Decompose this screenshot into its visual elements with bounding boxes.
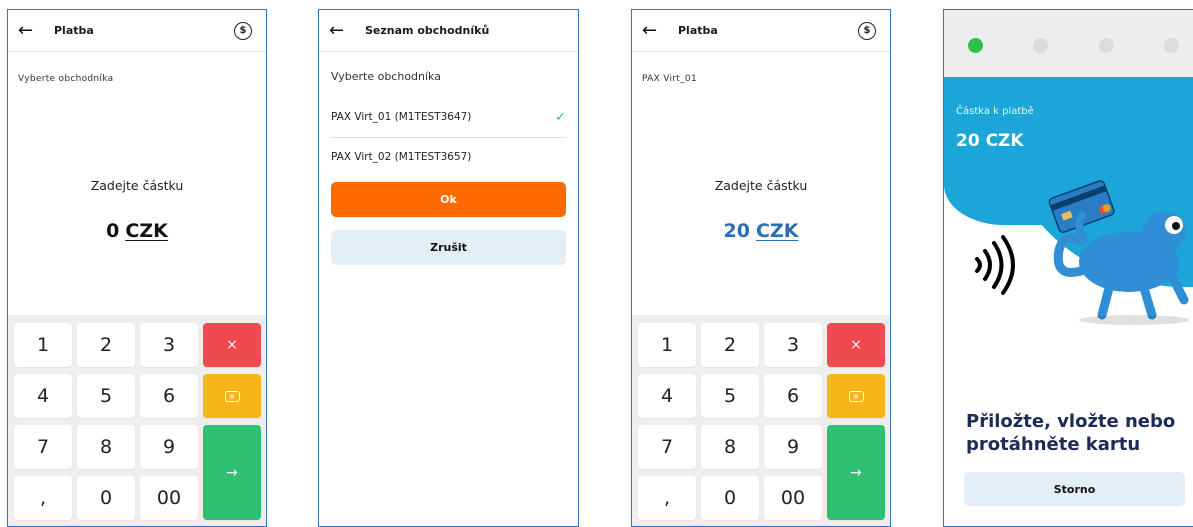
- progress-step-active: [968, 38, 983, 53]
- amount-caption: Částka k platbě: [956, 106, 1034, 117]
- divider: [331, 137, 566, 138]
- merchant-select-label[interactable]: Vyberte obchodníka: [18, 74, 113, 84]
- currency-exchange-icon[interactable]: $: [234, 21, 252, 40]
- key-7[interactable]: 7: [638, 425, 696, 469]
- backspace-button[interactable]: ×: [203, 374, 261, 418]
- instruction-line-1: Přiložte, vložte nebo: [966, 411, 1176, 432]
- key-2[interactable]: 2: [701, 323, 759, 367]
- key-8[interactable]: 8: [77, 425, 135, 469]
- confirm-button[interactable]: →: [827, 425, 885, 520]
- key-2[interactable]: 2: [77, 323, 135, 367]
- back-arrow-icon[interactable]: ←: [18, 21, 46, 40]
- top-bar: ← Platba $: [8, 10, 266, 52]
- amount-prompt: Zadejte částku: [90, 178, 184, 193]
- key-4[interactable]: 4: [638, 374, 696, 418]
- page-title: Seznam obchodníků: [365, 24, 490, 37]
- key-00[interactable]: 00: [140, 476, 198, 520]
- key-comma[interactable]: ,: [14, 476, 72, 520]
- clear-button[interactable]: ×: [827, 323, 885, 367]
- amount-value: 0: [106, 220, 120, 242]
- currency-selector[interactable]: CZK: [125, 220, 167, 242]
- progress-step: [1164, 38, 1179, 53]
- selected-merchant-label[interactable]: PAX Virt_01: [642, 74, 697, 84]
- merchant-name: PAX Virt_02 (M1TEST3657): [331, 151, 472, 163]
- instruction-line-2: protáhněte kartu: [966, 434, 1141, 455]
- merchant-list-label: Vyberte obchodníka: [331, 70, 441, 83]
- ok-button[interactable]: Ok: [331, 182, 566, 217]
- screen-payment-filled: ← Platba $ PAX Virt_01 Zadejte částku 20…: [631, 9, 891, 527]
- currency-exchange-icon[interactable]: $: [858, 21, 876, 40]
- progress-step: [1099, 38, 1114, 53]
- page-title: Platba: [54, 24, 94, 37]
- key-0[interactable]: 0: [77, 476, 135, 520]
- key-7[interactable]: 7: [14, 425, 72, 469]
- backspace-icon: ×: [224, 390, 240, 402]
- key-9[interactable]: 9: [140, 425, 198, 469]
- numeric-keypad: 1 2 3 × 4 5 6 × 7 8 9 → , 0 00: [632, 315, 890, 526]
- progress-step: [1033, 38, 1048, 53]
- screen-merchant-list: ← Seznam obchodníků Vyberte obchodníka P…: [318, 9, 579, 527]
- key-3[interactable]: 3: [764, 323, 822, 367]
- top-bar: ← Seznam obchodníků: [319, 10, 578, 52]
- key-1[interactable]: 1: [14, 323, 72, 367]
- key-5[interactable]: 5: [701, 374, 759, 418]
- back-arrow-icon[interactable]: ←: [642, 21, 670, 40]
- storno-button[interactable]: Storno: [964, 472, 1185, 506]
- key-5[interactable]: 5: [77, 374, 135, 418]
- backspace-button[interactable]: ×: [827, 374, 885, 418]
- amount-to-pay: 20 CZK: [956, 131, 1024, 151]
- key-comma[interactable]: ,: [638, 476, 696, 520]
- amount-display: 0 CZK: [8, 220, 266, 242]
- chameleon-mascot-icon: [1048, 180, 1189, 325]
- screen-payment-empty: ← Platba $ Vyberte obchodníka Zadejte čá…: [7, 9, 267, 527]
- checkmark-icon: ✓: [555, 109, 566, 125]
- confirm-button[interactable]: →: [203, 425, 261, 520]
- instruction-text: Přiložte, vložte nebo protáhněte kartu: [966, 410, 1193, 456]
- key-6[interactable]: 6: [764, 374, 822, 418]
- amount-prompt: Zadejte částku: [714, 178, 808, 193]
- key-4[interactable]: 4: [14, 374, 72, 418]
- merchant-name: PAX Virt_01 (M1TEST3647): [331, 111, 472, 123]
- back-arrow-icon[interactable]: ←: [329, 21, 357, 40]
- top-bar: ← Platba $: [632, 10, 890, 52]
- currency-selector[interactable]: CZK: [756, 220, 798, 242]
- page-title: Platba: [678, 24, 718, 37]
- key-1[interactable]: 1: [638, 323, 696, 367]
- clear-button[interactable]: ×: [203, 323, 261, 367]
- key-3[interactable]: 3: [140, 323, 198, 367]
- cancel-button[interactable]: Zrušit: [331, 230, 566, 265]
- amount-value: 20: [723, 220, 750, 242]
- key-0[interactable]: 0: [701, 476, 759, 520]
- merchant-option[interactable]: PAX Virt_02 (M1TEST3657): [331, 139, 566, 175]
- numeric-keypad: 1 2 3 × 4 5 6 × 7 8 9 → , 0 00: [8, 315, 266, 526]
- key-6[interactable]: 6: [140, 374, 198, 418]
- backspace-icon: ×: [848, 390, 864, 402]
- key-9[interactable]: 9: [764, 425, 822, 469]
- key-8[interactable]: 8: [701, 425, 759, 469]
- key-00[interactable]: 00: [764, 476, 822, 520]
- progress-header: [944, 10, 1193, 77]
- screen-card-terminal: Částka k platbě 20 CZK Přiložte, vložte …: [943, 9, 1193, 527]
- merchant-option[interactable]: PAX Virt_01 (M1TEST3647) ✓: [331, 99, 566, 135]
- amount-display: 20 CZK: [632, 220, 890, 242]
